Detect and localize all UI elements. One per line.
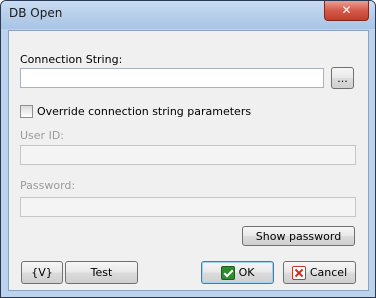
dialog-body: Connection String: ... Override connecti… [8,30,369,291]
connection-string-input[interactable] [20,68,324,88]
test-button[interactable]: Test [65,261,138,284]
cancel-x-icon [291,265,306,280]
connection-string-label: Connection String: [20,53,123,66]
cancel-button[interactable]: Cancel [283,261,356,284]
cancel-label: Cancel [309,266,348,279]
password-input[interactable] [20,197,356,217]
user-id-label: User ID: [20,129,64,142]
ok-button[interactable]: OK [201,261,274,284]
title-bar[interactable]: DB Open ✕ [1,1,375,29]
close-button[interactable]: ✕ [324,1,369,21]
user-id-input[interactable] [20,145,356,165]
variables-button[interactable]: {V} [21,261,63,284]
password-label: Password: [20,179,76,192]
ok-label: OK [238,266,255,279]
ok-check-icon [220,265,235,280]
dialog-window: DB Open ✕ Connection String: ... Overrid… [0,0,376,298]
browse-button[interactable]: ... [331,67,354,89]
show-password-button[interactable]: Show password [242,226,355,246]
window-title: DB Open [9,6,63,20]
override-checkbox[interactable] [20,105,33,118]
override-label[interactable]: Override connection string parameters [37,105,251,118]
